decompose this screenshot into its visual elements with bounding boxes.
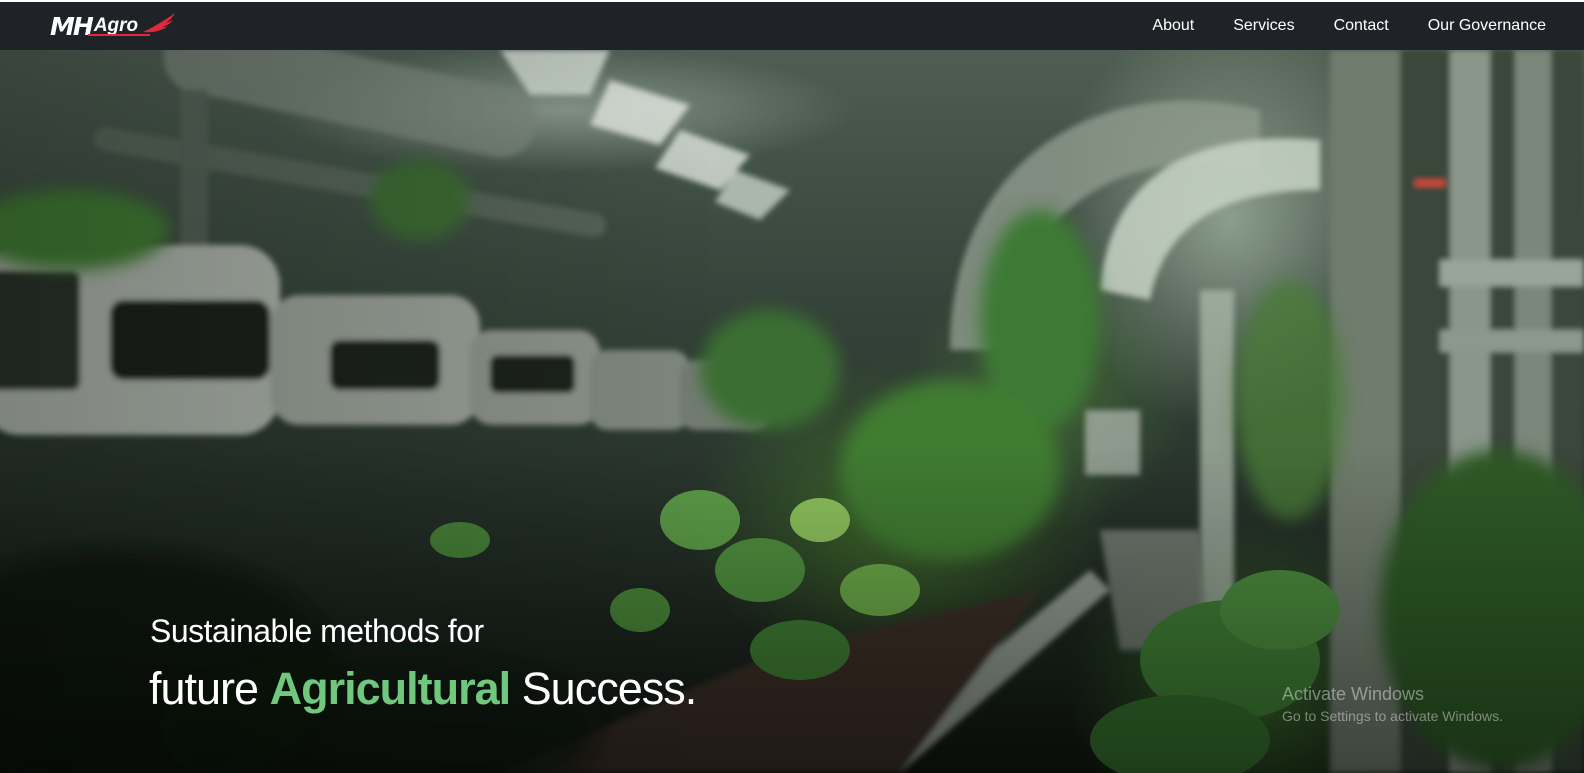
nav-our-governance[interactable]: Our Governance xyxy=(1428,17,1546,35)
nav-services[interactable]: Services xyxy=(1233,17,1294,35)
watermark-subtitle: Go to Settings to activate Windows. xyxy=(1282,708,1503,724)
nav-contact[interactable]: Contact xyxy=(1334,17,1389,35)
logo-mark: MH xyxy=(50,11,94,41)
watermark-title: Activate Windows xyxy=(1282,684,1425,704)
nav-about[interactable]: About xyxy=(1152,17,1194,35)
main-nav: About Services Contact Our Governance xyxy=(1113,17,1546,35)
hero-heading: future Agricultural Success. xyxy=(149,663,698,715)
logo[interactable]: MH Agro xyxy=(50,2,176,50)
hero-section: Sustainable methods for future Agricultu… xyxy=(0,50,1584,773)
hero-heading-accent: Agricultural xyxy=(269,663,512,714)
logo-underline xyxy=(88,34,150,36)
hero-heading-start: future xyxy=(149,663,259,714)
navbar: MH Agro About Services Contact Our Gover… xyxy=(0,2,1584,50)
hero-heading-end: Success. xyxy=(521,663,698,714)
windows-activation-watermark: Activate Windows Go to Settings to activ… xyxy=(1282,684,1503,724)
hero-subheading: Sustainable methods for xyxy=(150,613,484,649)
wing-icon xyxy=(143,13,176,33)
